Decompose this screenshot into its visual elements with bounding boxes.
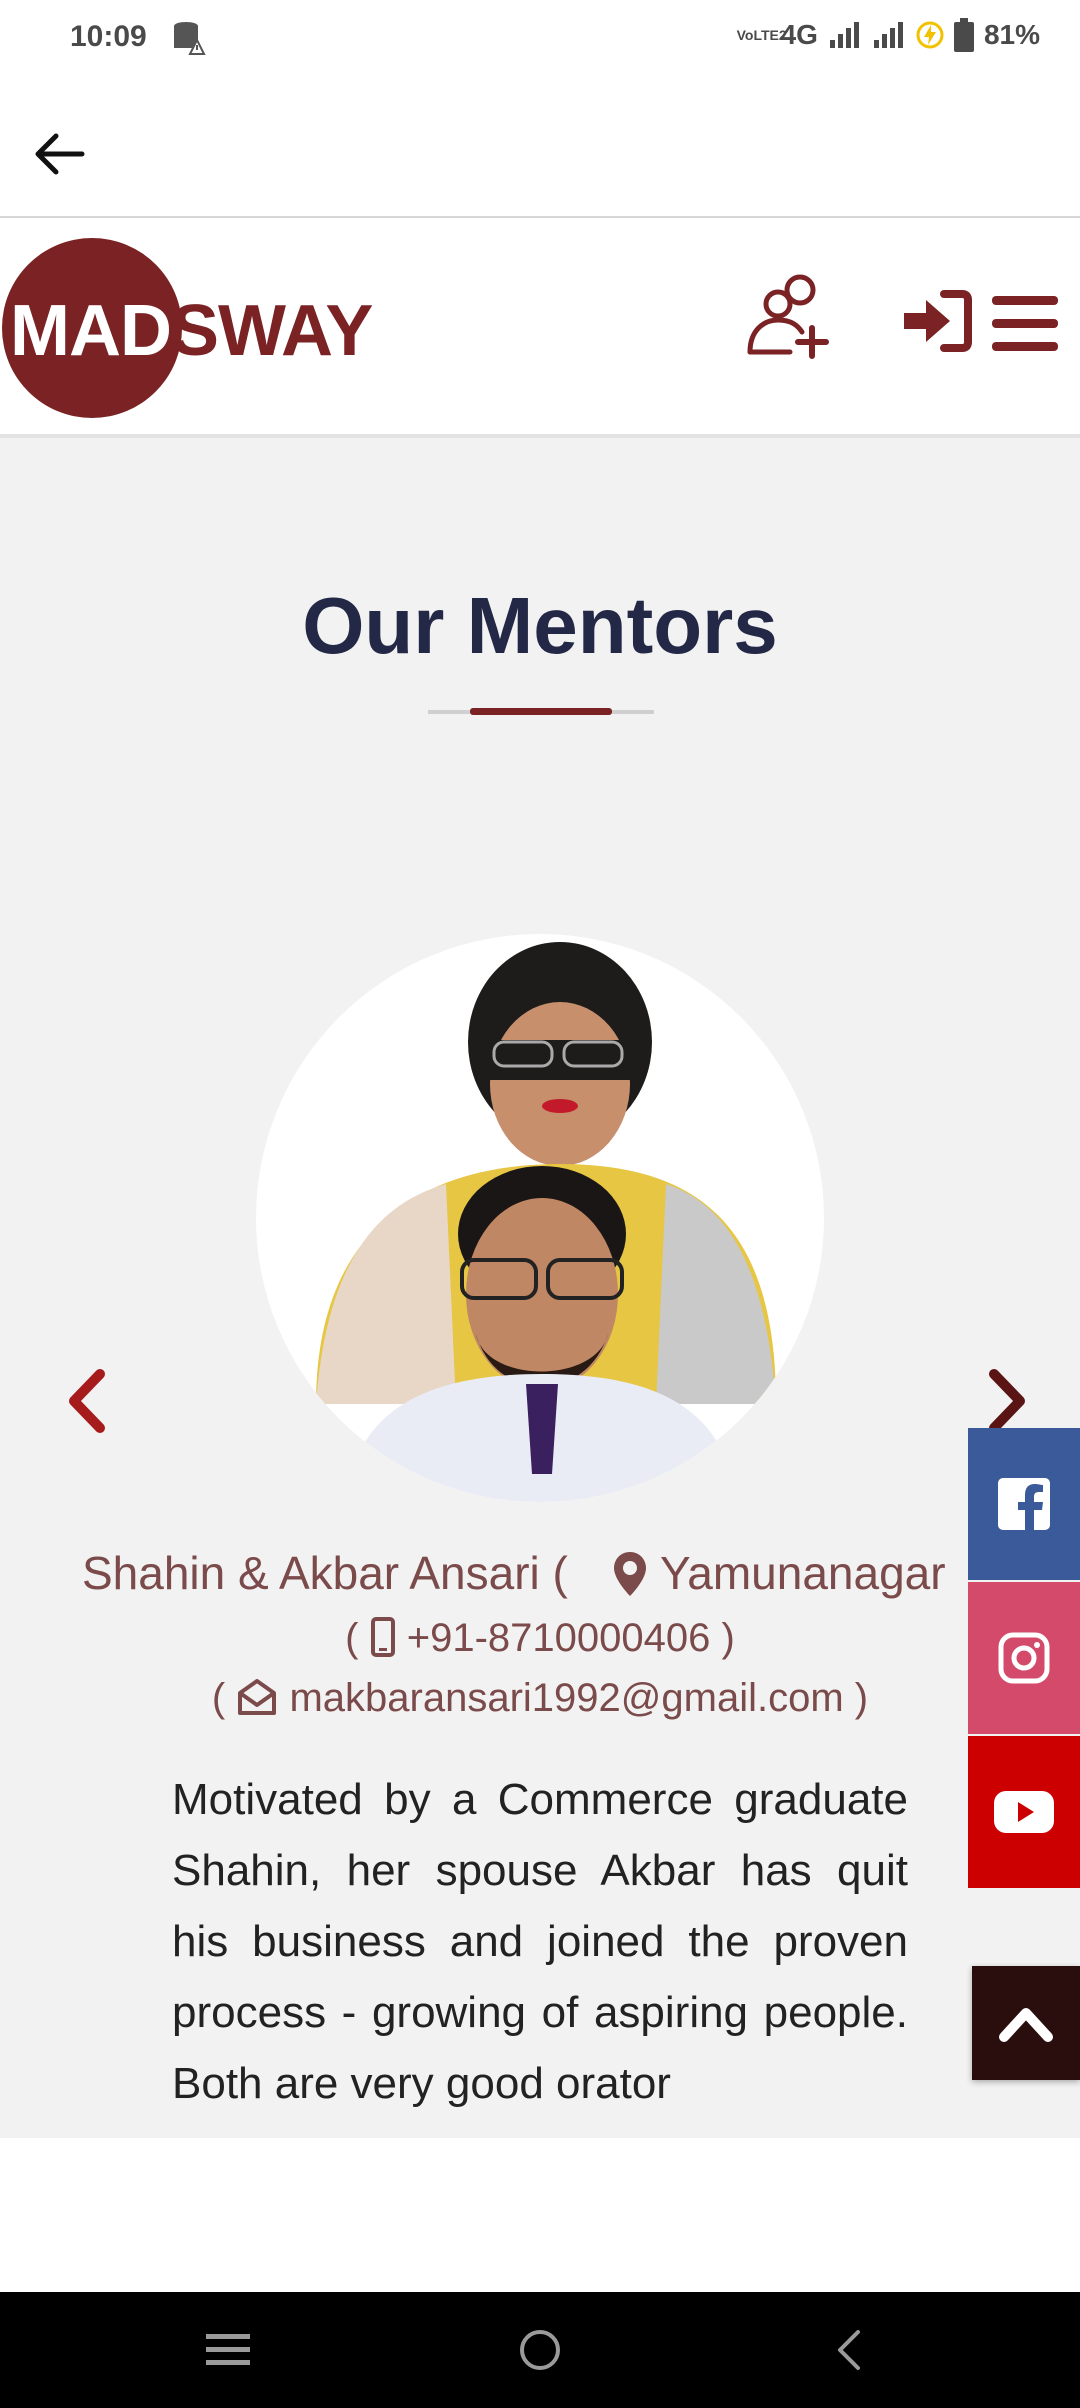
youtube-icon <box>994 1791 1054 1833</box>
status-time: 10:09 <box>70 20 147 53</box>
email-icon <box>238 1679 277 1715</box>
page-title: Our Mentors <box>302 581 778 670</box>
add-user-icon[interactable] <box>744 274 830 360</box>
mentor-portrait-illustration <box>316 942 776 1502</box>
status-bar: 10:09 VoLTE2 4G 81% <box>0 0 1080 80</box>
phone-icon <box>370 1617 395 1657</box>
site-header: MADSWAY <box>0 218 1080 438</box>
mentor-email-line: ( makbaransari1992@gmail.com ) <box>0 1676 1080 1721</box>
mentor-name: Shahin & Akbar Ansari ( <box>82 1547 568 1599</box>
facebook-button[interactable] <box>968 1428 1080 1580</box>
volte-label: VoLTE2 <box>736 27 787 43</box>
back-nav-icon[interactable] <box>832 2328 864 2372</box>
title-underline-accent <box>470 708 612 715</box>
phone-paren-close: ) <box>721 1616 735 1660</box>
signal-icon-2 <box>873 22 903 48</box>
system-nav-bar <box>0 2292 1080 2408</box>
logo-text: MADSWAY <box>10 290 373 372</box>
mentor-photo <box>256 934 824 1502</box>
status-indicators: VoLTE2 4G 81% <box>737 18 1040 52</box>
mentor-bio: Motivated by a Commerce graduate Shahin,… <box>172 1775 908 2108</box>
email-paren-open: ( <box>211 1676 226 1720</box>
battery-icon <box>953 18 974 52</box>
network-type: 4G <box>780 19 818 50</box>
mentor-location: Yamunanagar <box>660 1547 946 1599</box>
mentor-phone[interactable]: +91-8710000406 <box>407 1616 711 1660</box>
menu-icon[interactable] <box>990 294 1060 354</box>
mentors-section: Our Mentors Shahin & Akbar Ansari (Yamu… <box>0 438 1080 2138</box>
mentor-email[interactable]: makbaransari1992@gmail.com <box>289 1676 843 1720</box>
location-pin-icon <box>614 1552 646 1596</box>
storage-warning-icon <box>174 22 206 55</box>
phone-paren-open: ( <box>345 1616 359 1660</box>
email-paren-close: ) <box>854 1676 869 1720</box>
chevron-up-icon <box>999 2008 1053 2042</box>
battery-level: 81% <box>983 19 1040 50</box>
recent-apps-icon[interactable] <box>206 2332 250 2368</box>
chevron-left-icon[interactable] <box>58 1366 118 1436</box>
youtube-button[interactable] <box>968 1736 1080 1888</box>
login-icon[interactable] <box>900 288 974 354</box>
instagram-button[interactable] <box>968 1582 1080 1734</box>
mentor-phone-line: ( +91-8710000406 ) <box>0 1616 1080 1661</box>
chevron-right-icon[interactable] <box>976 1366 1036 1436</box>
home-icon[interactable] <box>518 2328 562 2372</box>
instagram-icon <box>998 1632 1050 1684</box>
logo-mad: MAD <box>10 291 172 371</box>
app-bar <box>0 80 1080 218</box>
logo-sway: SWAY <box>170 291 373 371</box>
charging-icon <box>916 21 944 49</box>
facebook-icon <box>998 1478 1050 1530</box>
back-arrow-icon[interactable] <box>28 122 92 186</box>
scroll-to-top-button[interactable] <box>972 1966 1080 2080</box>
signal-icon <box>829 22 859 48</box>
madsway-logo[interactable]: MADSWAY <box>2 238 382 418</box>
